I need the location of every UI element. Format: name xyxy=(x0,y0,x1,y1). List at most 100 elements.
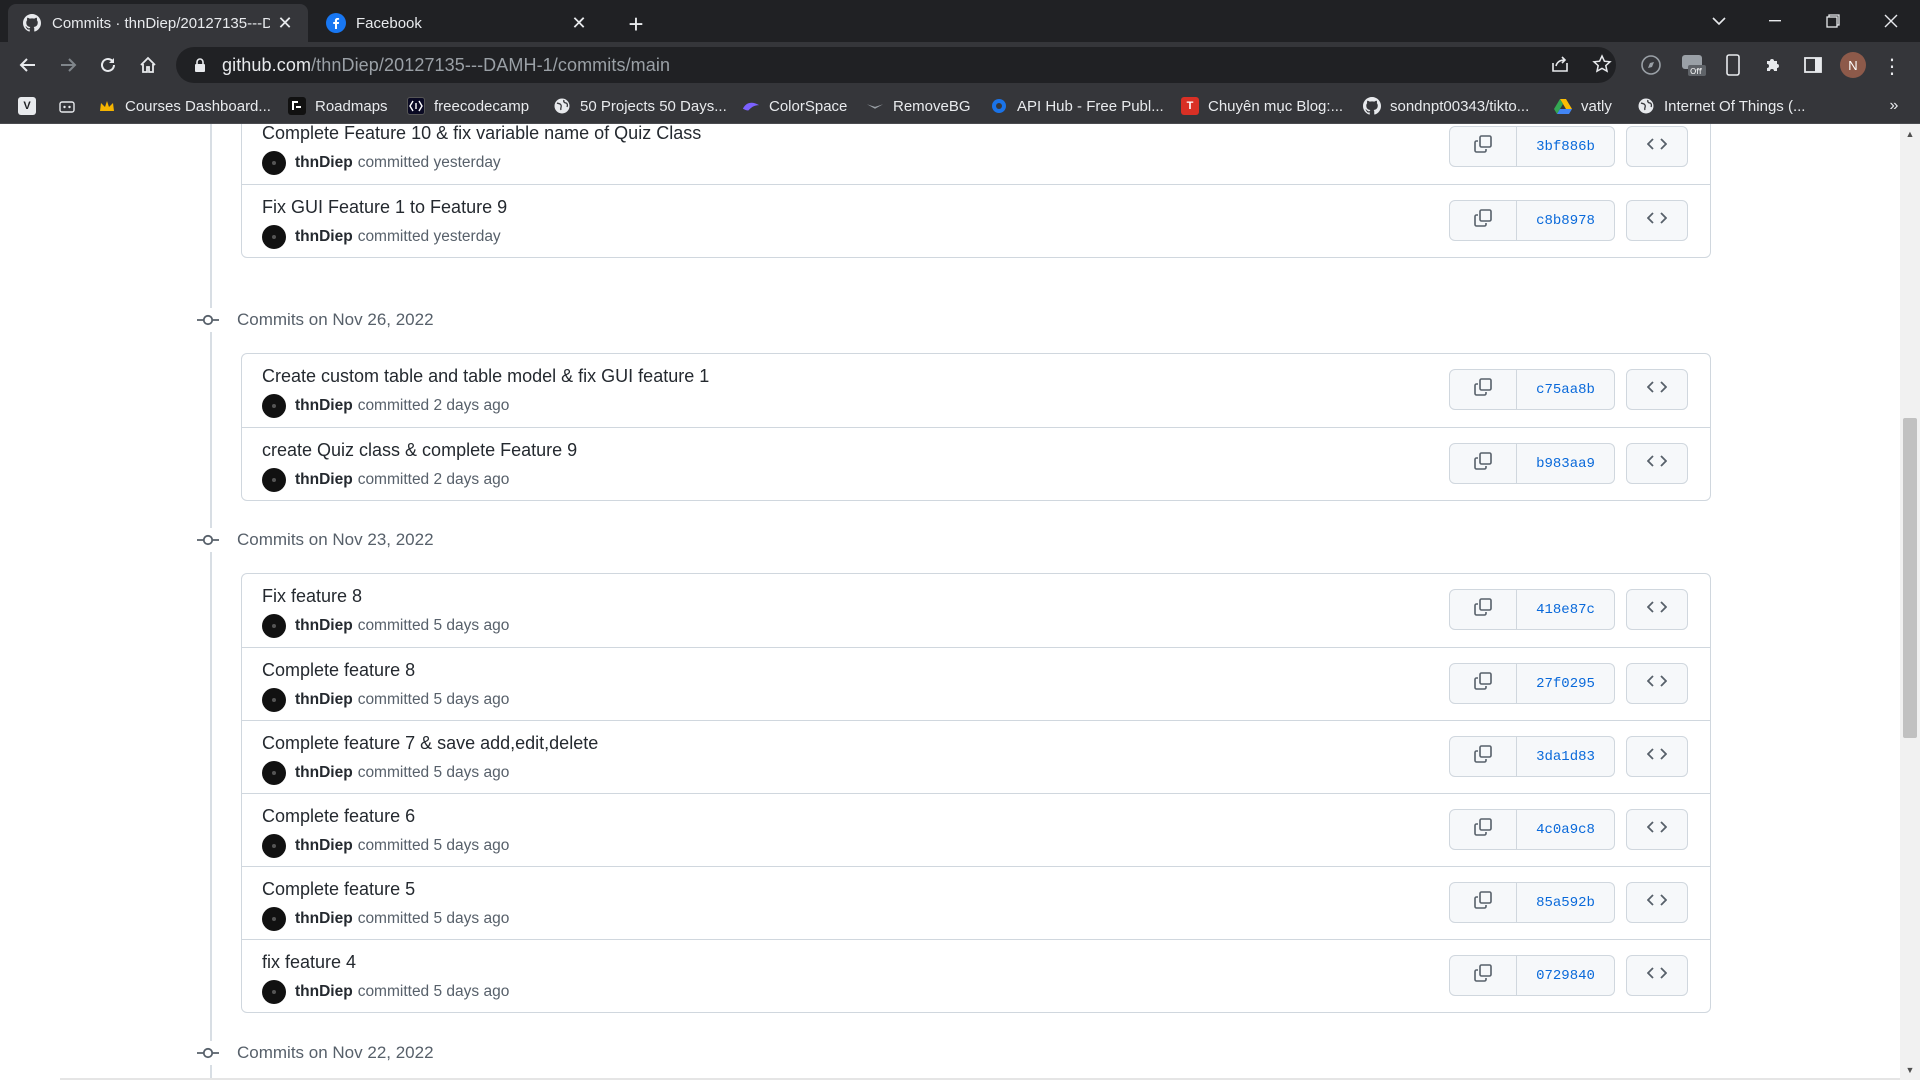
scroll-down-arrow-icon[interactable]: ▼ xyxy=(1904,1064,1916,1076)
copy-sha-button[interactable] xyxy=(1449,126,1517,167)
reload-icon[interactable] xyxy=(92,49,124,81)
commit-author[interactable]: thnDiep xyxy=(295,228,353,246)
scroll-up-arrow-icon[interactable]: ▲ xyxy=(1904,128,1916,140)
browse-repo-button[interactable] xyxy=(1626,809,1688,850)
commit-author[interactable]: thnDiep xyxy=(295,397,353,415)
copy-sha-button[interactable] xyxy=(1449,589,1517,630)
copy-sha-button[interactable] xyxy=(1449,443,1517,484)
tab-facebook[interactable]: Facebook ✕ xyxy=(312,4,602,42)
avatar[interactable] xyxy=(262,688,286,712)
tab-search-icon[interactable] xyxy=(1690,0,1748,42)
commit-message[interactable]: Complete feature 7 & save add,edit,delet… xyxy=(262,733,598,754)
commit-message[interactable]: Create custom table and table model & fi… xyxy=(262,366,709,387)
browse-repo-button[interactable] xyxy=(1626,663,1688,704)
browse-repo-button[interactable] xyxy=(1626,443,1688,484)
commit-sha-link[interactable]: 3bf886b xyxy=(1517,126,1615,167)
lock-icon[interactable] xyxy=(192,57,208,73)
bookmark-robot[interactable] xyxy=(58,94,85,118)
commit-message[interactable]: Complete Feature 10 & fix variable name … xyxy=(262,124,701,144)
bookmark-colorspace[interactable]: ColorSpace xyxy=(742,94,847,118)
copy-sha-button[interactable] xyxy=(1449,955,1517,996)
bookmark-v[interactable]: V xyxy=(18,94,45,118)
extension-off-icon[interactable]: Off xyxy=(1678,50,1708,80)
commit-sha-link[interactable]: 418e87c xyxy=(1517,589,1615,630)
browse-repo-button[interactable] xyxy=(1626,955,1688,996)
avatar[interactable] xyxy=(262,907,286,931)
commit-author[interactable]: thnDiep xyxy=(295,691,353,709)
bookmark-50-projects[interactable]: 50 Projects 50 Days... xyxy=(553,94,727,118)
commit-sha-link[interactable]: 3da1d83 xyxy=(1517,736,1615,777)
side-panel-icon[interactable] xyxy=(1798,50,1828,80)
bookmark-api-hub[interactable]: API Hub - Free Publ... xyxy=(990,94,1164,118)
commit-sha-link[interactable]: 4c0a9c8 xyxy=(1517,809,1615,850)
browse-repo-button[interactable] xyxy=(1626,126,1688,167)
forward-icon[interactable] xyxy=(52,49,84,81)
avatar[interactable] xyxy=(262,614,286,638)
close-window-icon[interactable] xyxy=(1862,0,1920,42)
commit-message[interactable]: Complete feature 6 xyxy=(262,806,415,827)
close-tab-icon[interactable]: ✕ xyxy=(276,13,294,33)
copy-sha-button[interactable] xyxy=(1449,200,1517,241)
bookmark-courses-dashboard[interactable]: Courses Dashboard... xyxy=(98,94,271,118)
extensions-puzzle-icon[interactable] xyxy=(1758,50,1788,80)
bookmark-removebg[interactable]: RemoveBG xyxy=(866,94,971,118)
restore-icon[interactable] xyxy=(1804,0,1862,42)
commit-author[interactable]: thnDiep xyxy=(295,154,353,172)
share-icon[interactable] xyxy=(1546,50,1574,78)
avatar[interactable] xyxy=(262,151,286,175)
browse-repo-button[interactable] xyxy=(1626,200,1688,241)
commit-sha-link[interactable]: 27f0295 xyxy=(1517,663,1615,704)
commit-message[interactable]: create Quiz class & complete Feature 9 xyxy=(262,440,577,461)
commit-author[interactable]: thnDiep xyxy=(295,764,353,782)
bookmark-roadmaps[interactable]: Roadmaps xyxy=(288,94,388,118)
copy-sha-button[interactable] xyxy=(1449,882,1517,923)
scrollbar-thumb[interactable] xyxy=(1903,418,1917,738)
commit-message[interactable]: Complete feature 5 xyxy=(262,879,415,900)
commit-author[interactable]: thnDiep xyxy=(295,910,353,928)
commit-sha-link[interactable]: c8b8978 xyxy=(1517,200,1615,241)
commit-author[interactable]: thnDiep xyxy=(295,837,353,855)
tab-github-commits[interactable]: Commits · thnDiep/20127135---D ✕ xyxy=(8,4,308,42)
commit-author[interactable]: thnDiep xyxy=(295,617,353,635)
commit-sha-link[interactable]: c75aa8b xyxy=(1517,369,1615,410)
back-icon[interactable] xyxy=(12,49,44,81)
address-bar[interactable]: github.com/thnDiep/20127135---DAMH-1/com… xyxy=(176,47,1616,83)
commit-sha-link[interactable]: b983aa9 xyxy=(1517,443,1615,484)
avatar[interactable] xyxy=(262,394,286,418)
commit-message[interactable]: fix feature 4 xyxy=(262,952,356,973)
commit-author[interactable]: thnDiep xyxy=(295,983,353,1001)
chrome-menu-icon[interactable]: ⋮ xyxy=(1882,52,1902,80)
bookmark-internet-of-things[interactable]: Internet Of Things (... xyxy=(1637,94,1805,118)
bookmark-star-icon[interactable] xyxy=(1588,50,1616,78)
avatar[interactable] xyxy=(262,834,286,858)
phone-extension-icon[interactable] xyxy=(1718,50,1748,80)
new-tab-button[interactable]: + xyxy=(620,8,652,40)
page-scrollbar[interactable]: ▲ ▼ xyxy=(1900,124,1920,1080)
bookmarks-overflow-icon[interactable]: » xyxy=(1884,94,1904,118)
commit-message[interactable]: Fix GUI Feature 1 to Feature 9 xyxy=(262,197,507,218)
avatar[interactable] xyxy=(262,468,286,492)
avatar[interactable] xyxy=(262,761,286,785)
bookmark-chuyen-muc-blog[interactable]: T Chuyên mục Blog:... xyxy=(1181,94,1343,118)
copy-sha-button[interactable] xyxy=(1449,809,1517,850)
browse-repo-button[interactable] xyxy=(1626,882,1688,923)
bookmark-vatly[interactable]: vatly xyxy=(1554,94,1612,118)
copy-sha-button[interactable] xyxy=(1449,369,1517,410)
bookmark-freecodecamp[interactable]: freecodecamp xyxy=(407,94,529,118)
compass-extension-icon[interactable] xyxy=(1636,50,1666,80)
commit-message[interactable]: Fix feature 8 xyxy=(262,586,362,607)
copy-sha-button[interactable] xyxy=(1449,663,1517,704)
minimize-icon[interactable] xyxy=(1746,0,1804,42)
browse-repo-button[interactable] xyxy=(1626,369,1688,410)
browse-repo-button[interactable] xyxy=(1626,589,1688,630)
commit-sha-link[interactable]: 85a592b xyxy=(1517,882,1615,923)
commit-message[interactable]: Complete feature 8 xyxy=(262,660,415,681)
avatar[interactable] xyxy=(262,225,286,249)
copy-sha-button[interactable] xyxy=(1449,736,1517,777)
home-icon[interactable] xyxy=(132,49,164,81)
avatar[interactable] xyxy=(262,980,286,1004)
bookmark-sondnpt-tiktok[interactable]: sondnpt00343/tikto... xyxy=(1363,94,1529,118)
commit-sha-link[interactable]: 0729840 xyxy=(1517,955,1615,996)
browse-repo-button[interactable] xyxy=(1626,736,1688,777)
commit-author[interactable]: thnDiep xyxy=(295,471,353,489)
